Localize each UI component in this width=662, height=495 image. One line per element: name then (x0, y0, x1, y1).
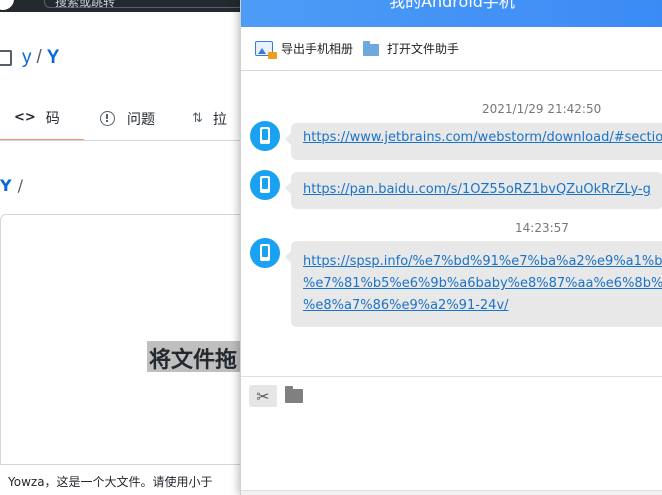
message-bubble: https://spsp.info/%e7%bd%91%e7%ba%a2%e9%… (285, 241, 662, 327)
export-photos-label: 导出手机相册 (281, 42, 354, 56)
message-list[interactable]: 2021/1/29 21:42:50 https://www.jetbrains… (241, 72, 662, 376)
search-input-text: 搜索或跳转 (55, 0, 116, 9)
phone-avatar-icon (250, 121, 280, 151)
message-link[interactable]: https://www.jetbrains.com/webstorm/downl… (303, 130, 662, 145)
message-timestamp: 2021/1/29 21:42:50 (482, 102, 602, 116)
file-size-warning: Yowza，这是一个大文件。请使用小于 (0, 464, 240, 495)
breadcrumb-repo-link[interactable]: Y (0, 176, 12, 195)
search-input[interactable]: 搜索或跳转 (44, 0, 244, 9)
scissors-icon: ✂ (256, 386, 270, 406)
repo-tabs: <> 码 问题 ⇅ 拉 (0, 96, 240, 141)
message-bubble: https://www.jetbrains.com/webstorm/downl… (284, 123, 662, 160)
file-drop-zone[interactable] (0, 214, 240, 464)
repo-icon (0, 50, 12, 66)
message-link[interactable]: https://pan.baidu.com/s/1OZ55oRZ1bvQZuOk… (303, 182, 651, 197)
message-bubble: https://pan.baidu.com/s/1OZ55oRZ1bvQZuOk… (285, 172, 662, 209)
input-toolbar: ✂ (241, 376, 662, 410)
pull-request-icon: ⇅ (192, 111, 203, 126)
export-photos-button[interactable]: 导出手机相册 (255, 40, 354, 59)
repo-name-link[interactable]: Y (47, 47, 60, 69)
panel-bottom-edge (241, 490, 662, 495)
send-file-button[interactable] (285, 386, 303, 403)
panel-title: 我的Android手机 (389, 0, 515, 11)
tab-pull-requests[interactable]: ⇅ 拉 (192, 96, 227, 141)
open-file-helper-label: 打开文件助手 (387, 42, 460, 56)
open-file-helper-button[interactable]: 打开文件助手 (363, 40, 459, 57)
repo-header: y / Y (0, 44, 59, 72)
tab-code-label: 码 (45, 110, 60, 127)
message-timestamp: 14:23:57 (515, 221, 569, 235)
folder-icon (363, 40, 380, 56)
tab-issues[interactable]: 问题 (100, 96, 155, 141)
tab-pull-requests-label: 拉 (212, 111, 227, 128)
drop-zone-text: 将文件拖 (147, 341, 240, 372)
issues-icon (100, 111, 115, 126)
phone-avatar-icon (250, 238, 280, 268)
message-link-line[interactable]: %e8%a7%86%e9%a2%91-24v/ (303, 298, 509, 313)
tab-code[interactable]: <> 码 (0, 96, 84, 141)
phone-avatar-icon (250, 170, 280, 200)
code-icon: <> (14, 110, 36, 125)
screenshot-button[interactable]: ✂ (249, 385, 277, 407)
message-input[interactable] (241, 412, 662, 490)
message-link-line[interactable]: https://spsp.info/%e7%bd%91%e7%ba%a2%e9%… (303, 254, 662, 269)
repo-owner-link[interactable]: y (22, 47, 32, 69)
tabs-divider (0, 140, 240, 141)
breadcrumb-separator: / (17, 176, 23, 195)
tab-issues-label: 问题 (127, 111, 155, 128)
repo-separator: / (36, 47, 42, 68)
panel-title-bar[interactable]: 我的Android手机 (241, 0, 662, 27)
breadcrumb: Y / (0, 176, 23, 195)
message-link-line[interactable]: %e7%81%b5%e6%9b%a6baby%e8%87%aa%e6%8b%8d (303, 276, 662, 291)
panel-toolbar: 导出手机相册 打开文件助手 (241, 27, 662, 71)
github-logo-icon[interactable] (0, 0, 14, 10)
android-phone-panel: 我的Android手机 导出手机相册 打开文件助手 2021/1/29 21:4… (240, 0, 662, 495)
photo-export-icon (255, 41, 277, 59)
